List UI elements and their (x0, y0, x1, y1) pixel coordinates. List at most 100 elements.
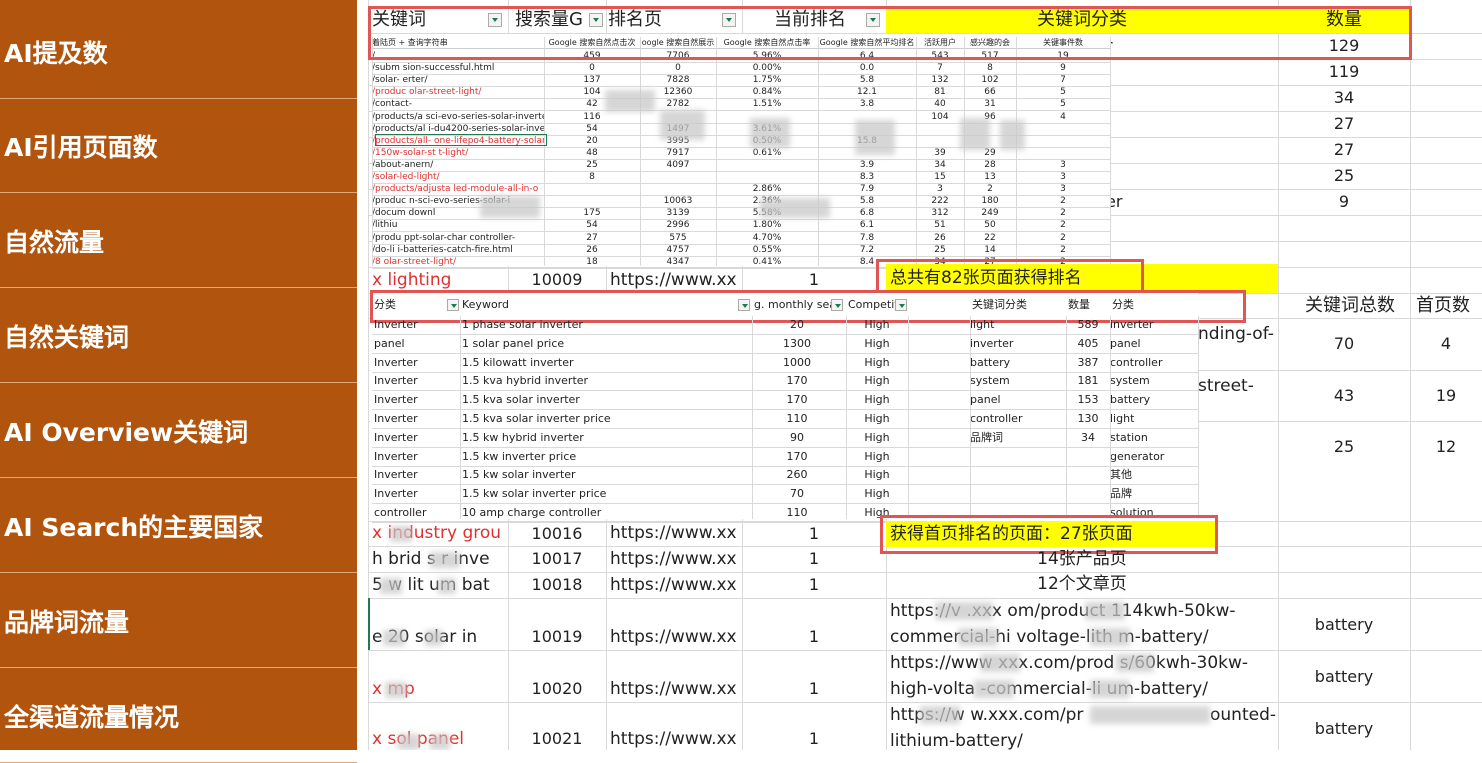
ga-cell[interactable]: 10063 (640, 195, 716, 207)
ga-cell[interactable]: 48 (544, 147, 640, 159)
ga-cell[interactable]: 39 (916, 147, 964, 159)
ga-header-cell[interactable]: 活跃用户 (916, 37, 964, 49)
ga-header-cell[interactable]: 关键事件数 (1016, 37, 1110, 49)
kw-class-list-item[interactable]: controller (1110, 354, 1198, 372)
ga-cell[interactable] (544, 183, 640, 195)
header-cell[interactable]: 数量 (1278, 7, 1410, 33)
product-pages-note[interactable]: 14张产品页 (886, 547, 1278, 572)
kw-class-count[interactable]: 181 (1066, 372, 1110, 390)
ga-cell[interactable]: /solar-led-light/ (372, 171, 544, 183)
ga-cell[interactable]: 7 (916, 62, 964, 74)
ga-cell[interactable]: 312 (916, 207, 964, 219)
keyword-cell[interactable]: x lighting (372, 267, 508, 293)
ga-cell[interactable]: 14 (964, 244, 1016, 256)
ga-cell[interactable]: 22 (964, 232, 1016, 244)
ga-cell[interactable]: 40 (916, 98, 964, 110)
ga-cell[interactable]: 2 (1016, 207, 1110, 219)
ga-cell[interactable]: 54 (544, 219, 640, 231)
header-cell[interactable]: 关键词分类 (886, 7, 1278, 33)
ga-header-cell[interactable]: Google 搜索自然点击率 (716, 37, 818, 49)
kw-volume[interactable]: 20 (752, 316, 842, 334)
ga-cell[interactable]: 2 (1016, 232, 1110, 244)
kw-volume[interactable]: 1300 (752, 335, 842, 353)
ga-cell[interactable]: / (372, 50, 544, 62)
kw-category[interactable]: controller (372, 504, 460, 522)
ga-cell[interactable]: 180 (964, 195, 1016, 207)
ga-cell[interactable]: 20 (544, 135, 640, 147)
kw-class-list-item[interactable]: battery (1110, 391, 1198, 409)
kw-competition[interactable]: High (846, 410, 908, 428)
ga-cell[interactable]: 2996 (640, 219, 716, 231)
filter-dropdown-icon[interactable] (722, 13, 736, 27)
category-count[interactable]: 27 (1278, 111, 1410, 137)
ga-cell[interactable]: /produc olar-street-light/ (372, 86, 544, 98)
url-cell[interactable]: https://www.xx (610, 546, 742, 572)
category-count[interactable]: 25 (1278, 163, 1410, 189)
ga-cell[interactable]: 0.84% (716, 86, 818, 98)
ga-header-cell[interactable]: oogle 搜索自然展示 (640, 37, 716, 49)
url-cell[interactable]: https://www.xx (610, 521, 742, 546)
volume-cell[interactable]: 10019 (508, 624, 606, 650)
ga-cell[interactable]: /150w-solar-st t-light/ (372, 147, 544, 159)
summary-first-page[interactable]: 19 (1410, 383, 1482, 409)
ga-cell[interactable]: /about-anern/ (372, 159, 544, 171)
ga-cell[interactable]: /8 olar-street-light/ (372, 256, 544, 268)
volume-cell[interactable]: 10020 (508, 676, 606, 702)
ga-cell[interactable]: /subm sion-successful.html (372, 62, 544, 74)
kw-keyword[interactable]: 1.5 kva solar inverter (462, 391, 752, 409)
ga-cell[interactable]: 249 (964, 207, 1016, 219)
summary-url-fragment[interactable]: street- (1198, 373, 1278, 399)
kw-competition[interactable]: High (846, 354, 908, 372)
kw-class-list-item[interactable]: 品牌 (1110, 485, 1198, 503)
kw-keyword[interactable]: 1.5 kw inverter price (462, 448, 752, 466)
ga-cell[interactable]: 2 (1016, 244, 1110, 256)
category-count[interactable]: 119 (1278, 59, 1410, 85)
ga-cell[interactable]: 1.51% (716, 98, 818, 110)
kw-class-name[interactable]: inverter (970, 335, 1066, 353)
ga-cell[interactable]: 222 (916, 195, 964, 207)
ga-cell[interactable]: 3139 (640, 207, 716, 219)
ga-cell[interactable]: 0.0 (818, 62, 916, 74)
kw-class-list-item[interactable]: 其他 (1110, 466, 1198, 484)
ga-cell[interactable]: 2.86% (716, 183, 818, 195)
ga-cell[interactable]: 8 (964, 62, 1016, 74)
ga-cell[interactable]: 31 (964, 98, 1016, 110)
category-count[interactable]: 9 (1278, 189, 1410, 215)
filter-dropdown-icon[interactable] (447, 299, 459, 311)
ga-cell[interactable]: 4 (1016, 111, 1110, 123)
url-cell[interactable]: https://www.xx (610, 624, 742, 650)
kw-header-cell[interactable]: 分类 (1110, 296, 1198, 314)
volume-cell[interactable]: 10009 (508, 267, 606, 293)
kw-keyword[interactable]: 1.5 kilowatt inverter (462, 354, 752, 372)
kw-volume[interactable]: 110 (752, 410, 842, 428)
summary-header[interactable]: 首页数 (1416, 294, 1482, 318)
filter-dropdown-icon[interactable] (589, 13, 603, 27)
ga-cell[interactable]: 34 (916, 159, 964, 171)
kw-class-name[interactable]: panel (970, 391, 1066, 409)
ga-cell[interactable]: /products/adjusta led-module-all-in-o (372, 183, 544, 195)
ga-cell[interactable]: 5.96% (716, 50, 818, 62)
url-category[interactable]: battery (1278, 612, 1410, 638)
ga-cell[interactable]: 4097 (640, 159, 716, 171)
rank-cell[interactable]: 1 (742, 624, 886, 650)
ga-cell[interactable]: 575 (640, 232, 716, 244)
partial-cell[interactable]: er (1106, 189, 1166, 215)
ga-cell[interactable]: 7 (1016, 74, 1110, 86)
ga-cell[interactable]: 5.8 (818, 195, 916, 207)
kw-volume[interactable]: 260 (752, 466, 842, 484)
kw-keyword[interactable]: 1.5 kva solar inverter price (462, 410, 752, 428)
summary-total[interactable]: 70 (1278, 331, 1410, 357)
kw-keyword[interactable]: 1.5 kw solar inverter price (462, 485, 752, 503)
ga-header-cell[interactable]: Google 搜索自然点击次 (544, 37, 640, 49)
ga-cell[interactable]: 0 (544, 62, 640, 74)
kw-volume[interactable]: 90 (752, 429, 842, 447)
kw-class-list-item[interactable]: generator (1110, 448, 1198, 466)
url-category[interactable]: battery (1278, 716, 1410, 742)
kw-volume[interactable]: 1000 (752, 354, 842, 372)
summary-first-page[interactable]: 12 (1410, 434, 1482, 460)
kw-class-name[interactable]: light (970, 316, 1066, 334)
kw-class-list-item[interactable]: system (1110, 372, 1198, 390)
ga-cell[interactable]: 54 (544, 123, 640, 135)
ga-cell[interactable]: 3.9 (818, 159, 916, 171)
kw-competition[interactable]: High (846, 466, 908, 484)
